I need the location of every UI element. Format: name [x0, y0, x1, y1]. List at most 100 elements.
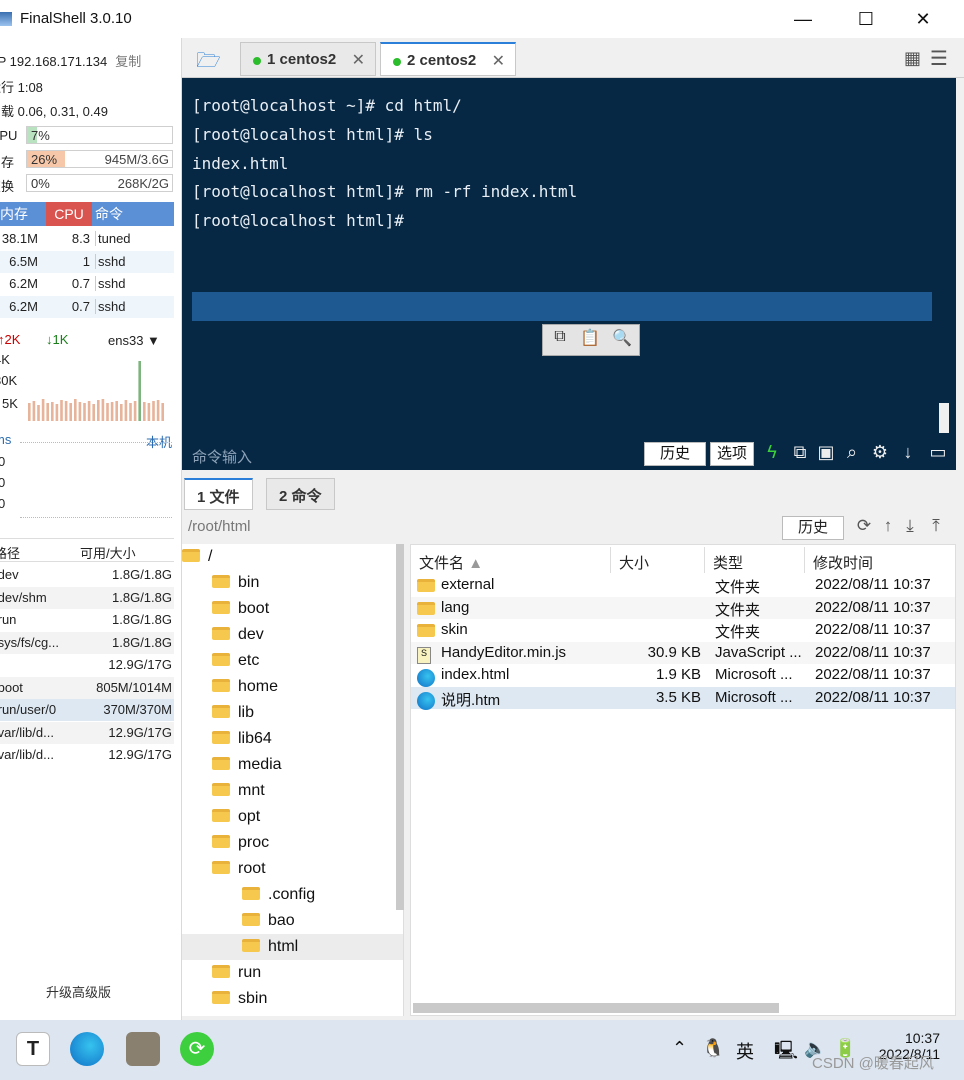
chevron-up-icon[interactable]: ⌃ — [672, 1038, 687, 1059]
disk-col-path[interactable]: 路径 — [0, 543, 20, 562]
grid-layout-icon[interactable]: ▦ — [904, 48, 921, 69]
proc-col-cmd[interactable]: 命令 — [92, 202, 174, 226]
close-tab-icon[interactable]: ✕ — [352, 50, 365, 70]
path-input[interactable]: /root/html — [188, 518, 251, 535]
disk-row[interactable]: /12.9G/17G — [0, 654, 174, 676]
tree-item-html[interactable]: html — [182, 934, 403, 960]
folder-icon — [417, 601, 435, 615]
process-row[interactable]: 38.1M 8.3 tuned — [0, 228, 174, 250]
tree-item-config[interactable]: .config — [182, 882, 403, 908]
tab-session-2[interactable]: 2 centos2 ✕ — [380, 42, 516, 76]
process-row[interactable]: 6.2M 0.7 sshd — [0, 273, 174, 295]
tree-item-run[interactable]: run — [182, 960, 403, 986]
search-icon[interactable]: ⌕ — [840, 442, 864, 463]
tree-item-home[interactable]: home — [182, 674, 403, 700]
disk-row[interactable]: /dev 1.8G/1.8G — [0, 564, 174, 586]
process-row[interactable]: 6.5M 1 sshd — [0, 250, 174, 273]
copy-ip-link[interactable]: 复制 — [115, 54, 141, 69]
tab-files[interactable]: 1 文件 — [184, 478, 253, 510]
disk-col-size[interactable]: 可用/大小 — [80, 543, 136, 562]
edge-browser-icon[interactable] — [70, 1032, 104, 1066]
tree-item-[interactable]: / — [182, 544, 403, 570]
upgrade-link[interactable]: 升级高级版 — [46, 982, 111, 1001]
history-button[interactable]: 历史 — [644, 442, 706, 466]
tree-item-boot[interactable]: boot — [182, 596, 403, 622]
search-icon[interactable]: 🔍 — [609, 328, 635, 348]
tree-item-etc[interactable]: etc — [182, 648, 403, 674]
copy-icon[interactable]: ⧉ — [547, 328, 573, 346]
proc-col-cpu[interactable]: CPU — [46, 202, 92, 226]
close-button[interactable]: ✕ — [900, 6, 946, 32]
menu-icon[interactable]: ☰ — [930, 46, 948, 71]
tree-item-mnt[interactable]: mnt — [182, 778, 403, 804]
col-type[interactable]: 类型 — [705, 547, 805, 573]
copy-icon[interactable]: ⧉ — [788, 442, 812, 463]
process-cpu: 0.7 — [71, 298, 90, 314]
close-tab-icon[interactable]: ✕ — [492, 51, 505, 71]
tree-item-sbin[interactable]: sbin — [182, 986, 403, 1012]
upload-icon[interactable]: ⤒ — [926, 516, 946, 536]
qq-icon[interactable]: 🐧 — [702, 1038, 724, 1059]
path-history-button[interactable]: 历史 — [782, 516, 844, 540]
tree-item-dev[interactable]: dev — [182, 622, 403, 648]
col-modified[interactable]: 修改时间 — [805, 547, 955, 573]
paste-icon[interactable]: ▣ — [814, 442, 838, 463]
up-directory-icon[interactable]: ↑ — [878, 516, 898, 536]
tree-item-label: html — [268, 938, 299, 955]
maximize-button[interactable]: ☐ — [843, 6, 889, 32]
lightning-icon[interactable]: ϟ — [760, 442, 784, 463]
col-name[interactable]: 文件名 ▲ — [411, 547, 611, 573]
folder-open-icon[interactable]: 🗁 — [196, 46, 221, 80]
tree-item-lib[interactable]: lib — [182, 700, 403, 726]
download-icon[interactable]: ⤓ — [900, 516, 920, 536]
minimize-button[interactable]: — — [780, 6, 826, 32]
proc-col-mem[interactable]: 内存 — [0, 202, 46, 226]
disk-row[interactable]: /sys/fs/cg... 1.8G/1.8G — [0, 631, 174, 654]
disk-row[interactable]: /run 1.8G/1.8G — [0, 609, 174, 631]
file-row[interactable]: external 文件夹 2022/08/11 10:37 — [411, 574, 955, 597]
file-row[interactable]: lang 文件夹 2022/08/11 10:37 — [411, 596, 955, 619]
finalshell-taskbar-icon[interactable]: ⟳ — [180, 1032, 214, 1066]
network-icon[interactable]: 🖳 — [774, 1038, 798, 1068]
disk-row[interactable]: /dev/shm 1.8G/1.8G — [0, 586, 174, 609]
terminal-line: [root@localhost ~]# cd html/ — [192, 96, 462, 115]
swap-percent: 0% — [31, 176, 50, 191]
tree-item-media[interactable]: media — [182, 752, 403, 778]
command-input[interactable]: 命令输入 — [192, 446, 252, 467]
tree-item-root[interactable]: root — [182, 856, 403, 882]
ime-indicator[interactable]: 英 — [736, 1038, 754, 1064]
tree-item-proc[interactable]: proc — [182, 830, 403, 856]
typora-icon[interactable]: T — [16, 1032, 50, 1066]
tree-item-bao[interactable]: bao — [182, 908, 403, 934]
disk-row[interactable]: /var/lib/d... 12.9G/17G — [0, 744, 174, 766]
tree-scrollbar[interactable] — [396, 544, 404, 910]
disk-row[interactable]: /var/lib/d... 12.9G/17G — [0, 721, 174, 744]
arrow-down-icon[interactable]: ↓ — [896, 442, 920, 463]
file-row[interactable]: skin 文件夹 2022/08/11 10:37 — [411, 619, 955, 642]
gear-icon[interactable]: ⚙ — [868, 442, 892, 463]
terminal[interactable]: [root@localhost ~]# cd html/ [root@local… — [182, 78, 956, 470]
tree-item-bin[interactable]: bin — [182, 570, 403, 596]
terminal-scrollbar[interactable] — [939, 403, 949, 433]
file-row[interactable]: index.html 1.9 KB Microsoft ... 2022/08/11 … — [411, 664, 955, 687]
app-avatar-icon[interactable] — [126, 1032, 160, 1066]
paste-icon[interactable]: 📋 — [577, 328, 603, 348]
tab-commands[interactable]: 2 命令 — [266, 478, 335, 510]
disk-row[interactable]: /boot 805M/1014M — [0, 676, 174, 699]
disk-row[interactable]: /run/user/0 370M/370M — [0, 699, 174, 721]
file-list-hscrollbar[interactable] — [413, 1003, 779, 1013]
tab-session-1[interactable]: 1 centos2 ✕ — [240, 42, 376, 76]
cpu-label: CPU — [0, 128, 18, 143]
refresh-icon[interactable]: ⟳ — [854, 516, 874, 536]
options-button[interactable]: 选项 — [710, 442, 754, 466]
tree-item-lib64[interactable]: lib64 — [182, 726, 403, 752]
disk-size: 12.9G/17G — [108, 724, 172, 740]
net-interface-select[interactable]: ens33 ▼ — [108, 333, 160, 348]
process-row[interactable]: 6.2M 0.7 sshd — [0, 295, 174, 318]
window-icon[interactable]: ▭ — [926, 442, 950, 463]
process-cpu: 8.3 — [71, 231, 90, 246]
file-row[interactable]: S HandyEditor.min.js 30.9 KB JavaScript ...… — [411, 641, 955, 664]
col-size[interactable]: 大小 — [611, 547, 705, 573]
tree-item-opt[interactable]: opt — [182, 804, 403, 830]
file-row[interactable]: 说明.htm 3.5 KB Microsoft ... 2022/08/11 10:3… — [411, 686, 955, 710]
